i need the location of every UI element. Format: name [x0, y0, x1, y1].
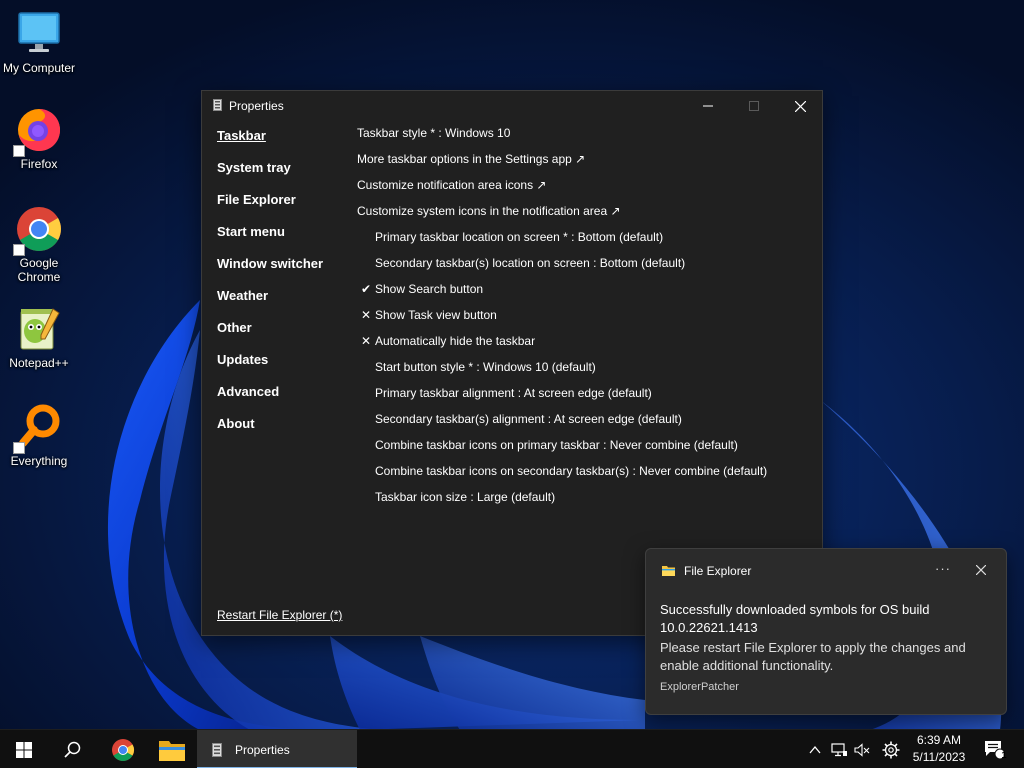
taskbar-chrome-button[interactable]	[103, 730, 143, 768]
taskbar-clock[interactable]: 6:39 AM 5/11/2023	[905, 732, 973, 766]
desktop-icon-label: My Computer	[2, 61, 76, 75]
search-button[interactable]	[52, 730, 92, 768]
search-magnifier-icon	[13, 403, 63, 454]
restart-file-explorer-link[interactable]: Restart File Explorer (*)	[217, 608, 342, 622]
windows-logo-icon	[16, 741, 32, 758]
minimize-icon	[703, 105, 713, 107]
setting-primary-taskbar-location[interactable]: Primary taskbar location on screen * : B…	[357, 230, 807, 256]
taskbar-file-explorer-button[interactable]	[152, 730, 192, 768]
network-icon	[831, 742, 847, 756]
desktop-icon-label: Everything	[10, 454, 68, 468]
nav-item-system-tray[interactable]: System tray	[217, 160, 323, 192]
gear-icon	[882, 741, 900, 758]
nav-item-other[interactable]: Other	[217, 320, 323, 352]
start-button[interactable]	[5, 730, 43, 768]
setting-customize-system-icons-link[interactable]: Customize system icons in the notificati…	[357, 204, 807, 230]
nav-item-window-switcher[interactable]: Window switcher	[217, 256, 323, 288]
shortcut-arrow-icon	[13, 145, 25, 157]
setting-show-task-view-button[interactable]: ✕ Show Task view button	[357, 308, 807, 334]
chevron-up-icon	[809, 745, 821, 753]
nav-item-updates[interactable]: Updates	[217, 352, 323, 384]
action-center-button[interactable]: 1	[980, 730, 1010, 768]
folder-icon	[662, 566, 675, 576]
nav-item-weather[interactable]: Weather	[217, 288, 323, 320]
clock-time: 6:39 AM	[916, 733, 962, 747]
setting-show-search-button[interactable]: ✔ Show Search button	[357, 282, 807, 308]
desktop-icon-label: Notepad++	[9, 356, 69, 370]
folder-icon	[159, 740, 185, 761]
taskbar-window-label: Properties	[235, 742, 290, 757]
firefox-icon	[13, 106, 63, 157]
close-button[interactable]	[777, 91, 823, 121]
toast-app-name: File Explorer	[684, 564, 752, 578]
desktop-icon-notepadpp[interactable]: Notepad++	[2, 305, 76, 370]
settings-list: Taskbar style * : Windows 10 More taskba…	[357, 126, 807, 516]
chrome-icon	[13, 205, 63, 256]
setting-combine-icons-primary[interactable]: Combine taskbar icons on primary taskbar…	[357, 438, 807, 464]
nav-item-taskbar[interactable]: Taskbar	[217, 128, 323, 160]
taskbar-properties-button[interactable]: Properties	[197, 730, 357, 768]
shortcut-arrow-icon	[13, 442, 25, 454]
app-window-icon	[212, 742, 222, 757]
cross-icon: ✕	[360, 308, 372, 322]
nav-item-start-menu[interactable]: Start menu	[217, 224, 323, 256]
setting-taskbar-icon-size[interactable]: Taskbar icon size : Large (default)	[357, 490, 807, 516]
toast-source: ExplorerPatcher	[660, 681, 739, 693]
clock-date: 5/11/2023	[912, 750, 966, 764]
desktop-icon-my-computer[interactable]: My Computer	[2, 10, 76, 75]
nav-item-advanced[interactable]: Advanced	[217, 384, 323, 416]
setting-secondary-taskbar-location[interactable]: Secondary taskbar(s) location on screen …	[357, 256, 807, 282]
notification-count-badge: 1	[1001, 750, 1007, 760]
monitor-icon	[15, 10, 63, 58]
close-icon	[976, 565, 986, 575]
setting-combine-icons-secondary[interactable]: Combine taskbar icons on secondary taskb…	[357, 464, 807, 490]
maximize-icon	[749, 101, 759, 111]
setting-primary-taskbar-alignment[interactable]: Primary taskbar alignment : At screen ed…	[357, 386, 807, 412]
nav-item-file-explorer[interactable]: File Explorer	[217, 192, 323, 224]
settings-nav: Taskbar System tray File Explorer Start …	[217, 128, 323, 448]
window-titlebar[interactable]: Properties	[202, 91, 822, 121]
desktop-icon-label: Google Chrome	[17, 256, 61, 284]
toast-title: Successfully downloaded symbols for OS b…	[660, 602, 930, 635]
setting-secondary-taskbar-alignment[interactable]: Secondary taskbar(s) alignment : At scre…	[357, 412, 807, 438]
cross-icon: ✕	[360, 334, 372, 348]
setting-start-button-style[interactable]: Start button style * : Windows 10 (defau…	[357, 360, 807, 386]
show-hidden-icons-button[interactable]	[805, 730, 825, 768]
desktop-icon-firefox[interactable]: Firefox	[2, 106, 76, 171]
nav-item-about[interactable]: About	[217, 416, 323, 448]
volume-muted-icon	[854, 742, 870, 757]
checkmark-icon: ✔	[360, 282, 372, 296]
setting-more-taskbar-options-link[interactable]: More taskbar options in the Settings app…	[357, 152, 807, 178]
desktop-icon-label: Firefox	[20, 157, 58, 171]
setting-taskbar-style[interactable]: Taskbar style * : Windows 10	[357, 126, 807, 152]
setting-customize-notification-icons-link[interactable]: Customize notification area icons ↗	[357, 178, 807, 204]
settings-button[interactable]	[879, 730, 903, 768]
toast-body: Please restart File Explorer to apply th…	[660, 640, 966, 673]
taskbar: Properties 6:39 AM 5/11/2023 1	[0, 729, 1024, 768]
notification-toast[interactable]: File Explorer ··· Successfully downloade…	[645, 548, 1007, 715]
desktop-icon-everything[interactable]: Everything	[2, 403, 76, 468]
minimize-button[interactable]	[685, 91, 731, 121]
notepadpp-icon	[15, 305, 63, 353]
app-window-icon	[213, 99, 222, 111]
close-icon	[794, 100, 806, 112]
maximize-button[interactable]	[731, 91, 777, 121]
volume-button[interactable]	[851, 730, 873, 768]
setting-auto-hide-taskbar[interactable]: ✕ Automatically hide the taskbar	[357, 334, 807, 360]
network-button[interactable]	[828, 730, 850, 768]
window-title: Properties	[229, 99, 284, 113]
search-icon	[63, 741, 80, 758]
shortcut-arrow-icon	[13, 244, 25, 256]
toast-more-button[interactable]: ···	[932, 559, 954, 581]
toast-close-button[interactable]	[971, 560, 991, 580]
desktop-icon-google-chrome[interactable]: Google Chrome	[2, 205, 76, 284]
chrome-icon	[112, 738, 134, 761]
